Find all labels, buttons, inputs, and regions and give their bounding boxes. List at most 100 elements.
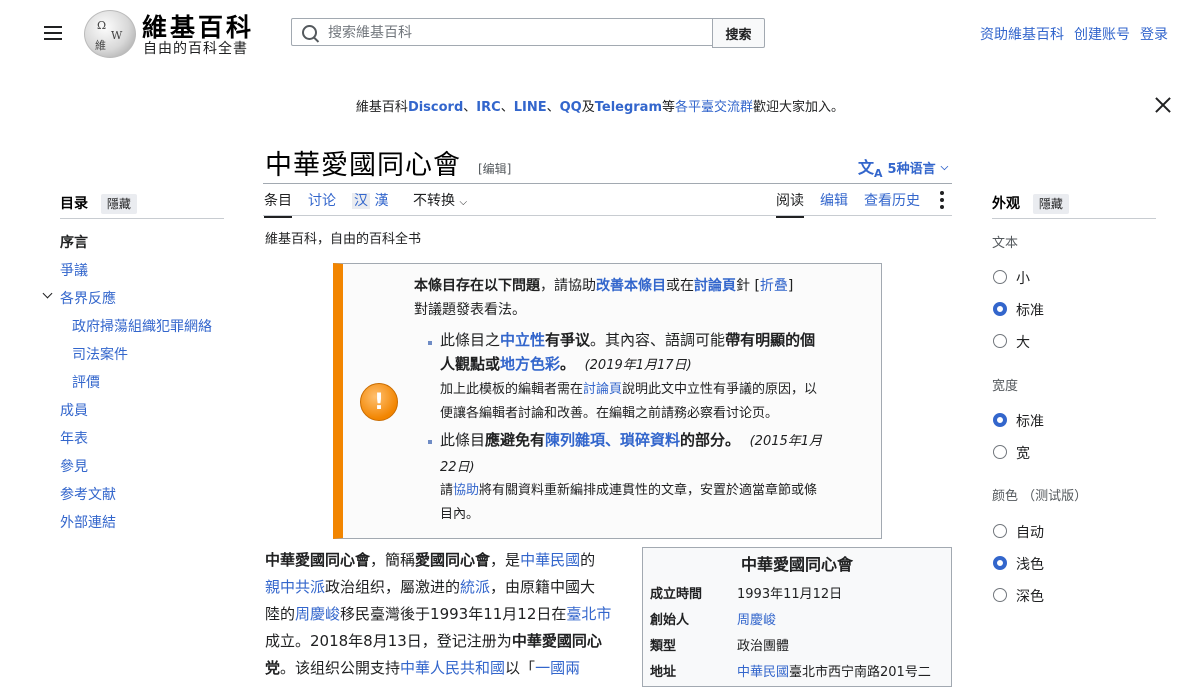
text-small-radio[interactable]: [993, 270, 1007, 284]
close-icon[interactable]: [1154, 96, 1172, 114]
toc-item[interactable]: 爭議: [60, 260, 88, 280]
tab-talk[interactable]: 讨论: [308, 190, 336, 210]
platforms-link[interactable]: 各平臺交流群: [675, 100, 753, 115]
chevron-down-icon[interactable]: [42, 288, 53, 299]
globe-glyph: 維: [95, 39, 106, 52]
toc-subitem[interactable]: 司法案件: [72, 344, 128, 364]
prc-link[interactable]: 中華人民共和國: [400, 659, 505, 677]
trivia-issue: 此條目應避免有陳列雜項、瑣碎資料的部分。 (2015年1月 22日): [440, 428, 860, 480]
toc-hide-button[interactable]: 隱藏: [100, 194, 137, 214]
tab-history[interactable]: 查看历史: [864, 190, 920, 210]
notice-text: 及: [581, 100, 595, 115]
neutrality-link[interactable]: 中立性: [500, 331, 545, 349]
infobox-address: 中華民國臺北市西宁南路201号二: [737, 661, 931, 680]
notice-text: 便讓各編輯者討論和改善。在編輯之前請務必察看讨论页。: [440, 406, 779, 421]
create-account-link[interactable]: 创建账号: [1074, 24, 1130, 44]
tab-article[interactable]: 条目: [264, 190, 292, 218]
text-large-radio[interactable]: [993, 334, 1007, 348]
chevron-down-icon: ⌵: [940, 161, 949, 173]
one-country-two-systems-link[interactable]: 一國兩: [535, 659, 580, 677]
variant-switcher[interactable]: 汉 漢: [352, 190, 388, 210]
local-color-link[interactable]: 地方色彩: [500, 355, 560, 373]
notice-text: 歡迎大家加入。: [753, 100, 845, 115]
lead-text: ，由原籍中國大: [490, 578, 596, 596]
login-link[interactable]: 登录: [1140, 24, 1168, 44]
notice-text: 目內。: [440, 507, 480, 522]
radio-label: 宽: [1016, 446, 1030, 462]
roc-link[interactable]: 中華民國: [737, 665, 789, 680]
lead-strong: 中華愛國同心: [511, 632, 602, 650]
globe-glyph: Ω: [97, 19, 107, 32]
notice-strong: 帶有明顯的個: [725, 331, 816, 349]
toc-item[interactable]: 各界反應: [60, 288, 116, 308]
qq-link[interactable]: QQ: [560, 100, 582, 115]
appearance-heading: 外观 隱藏: [992, 193, 1069, 214]
search-icon: [302, 25, 317, 40]
color-light-radio[interactable]: [993, 556, 1007, 570]
line-link[interactable]: LINE: [514, 100, 547, 115]
toc-heading: 目录 隱藏: [60, 193, 137, 214]
toc-item[interactable]: 成員: [60, 400, 88, 420]
toc-item[interactable]: 参考文献: [60, 484, 116, 504]
pro-ccp-link[interactable]: 親中共派: [265, 578, 325, 596]
talk-page-link[interactable]: 討論頁: [694, 278, 736, 294]
irc-link[interactable]: IRC: [476, 100, 500, 115]
no-convert-dropdown[interactable]: 不转换 ⌵: [413, 190, 467, 210]
lead-text: 以「: [505, 659, 536, 677]
toc-item[interactable]: 外部連結: [60, 512, 116, 532]
taipei-link[interactable]: 臺北市: [566, 605, 611, 623]
roc-link[interactable]: 中華民國: [520, 551, 580, 569]
radio-label: 自动: [1016, 525, 1044, 541]
tab-read[interactable]: 阅读: [776, 190, 804, 218]
color-auto-radio[interactable]: [993, 524, 1007, 538]
more-actions-icon[interactable]: [940, 191, 944, 209]
founder-link[interactable]: 周慶峻: [295, 605, 340, 623]
notice-text: 維基百科: [355, 100, 408, 115]
radio-label: 大: [1016, 335, 1030, 351]
main-menu-icon[interactable]: [44, 26, 62, 40]
width-wide-radio[interactable]: [993, 445, 1007, 459]
discord-link[interactable]: Discord: [408, 100, 463, 115]
infobox-value: 1993年11月12日: [737, 587, 843, 602]
founder-link[interactable]: 周慶峻: [737, 609, 776, 628]
toc-divider: [60, 218, 224, 219]
improve-article-link[interactable]: 改善本條目: [596, 278, 666, 294]
toc-subitem[interactable]: 政府掃蕩組織犯罪網絡: [72, 316, 212, 336]
notice-text: 請: [440, 483, 454, 498]
appearance-divider: [992, 218, 1156, 219]
width-standard-radio[interactable]: [993, 413, 1007, 427]
notice-text: 等: [662, 100, 676, 115]
infobox-key: 類型: [650, 639, 677, 654]
notice-text: 針 [: [736, 278, 760, 294]
search-box[interactable]: [291, 18, 713, 47]
unification-link[interactable]: 統派: [460, 578, 490, 596]
text-standard-radio[interactable]: [993, 302, 1007, 316]
toc-item[interactable]: 參見: [60, 456, 88, 476]
talk-page-link[interactable]: 討論頁: [583, 382, 622, 397]
wikipedia-globe-logo[interactable]: Ω W 維: [84, 10, 136, 58]
search-button[interactable]: 搜索: [712, 18, 765, 48]
search-input[interactable]: [326, 19, 700, 47]
collapse-link[interactable]: 折叠: [760, 278, 788, 294]
toc-subitem[interactable]: 評價: [72, 372, 100, 392]
tab-edit[interactable]: 编辑: [820, 190, 848, 210]
warning-icon: !: [360, 383, 398, 421]
appearance-hide-button[interactable]: 隱藏: [1032, 194, 1069, 214]
variant-hans[interactable]: 汉: [352, 193, 370, 209]
donate-link[interactable]: 资助維基百科: [980, 24, 1064, 44]
title-edit-link[interactable]: [编辑]: [478, 160, 511, 177]
language-button[interactable]: 文A 5种语言 ⌵: [858, 154, 948, 180]
trivia-link[interactable]: 陳列雜項、瑣碎資料: [545, 431, 680, 449]
toc-item[interactable]: 年表: [60, 428, 88, 448]
help-link[interactable]: 協助: [453, 483, 479, 498]
neutrality-issue: 此條目之中立性有爭议。其內容、語調可能帶有明顯的個 人觀點或地方色彩。 (201…: [440, 328, 860, 378]
color-dark-radio[interactable]: [993, 588, 1007, 602]
notice-strong: 人觀點或: [440, 355, 501, 373]
width-label: 宽度: [992, 379, 1019, 394]
notice-text: 此條目之: [440, 331, 501, 349]
toc-item[interactable]: 序言: [60, 232, 88, 252]
telegram-link[interactable]: Telegram: [595, 100, 662, 115]
notice-text: 、: [546, 100, 560, 115]
variant-hant[interactable]: 漢: [374, 193, 388, 209]
notice-strong: 有爭议: [545, 331, 591, 349]
